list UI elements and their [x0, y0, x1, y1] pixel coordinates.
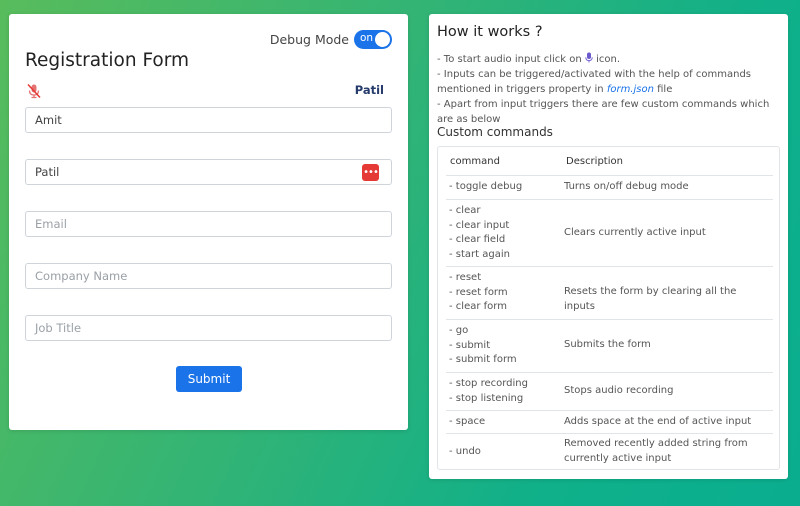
how-it-works-card: How it works ? - To start audio input cl…: [429, 14, 788, 479]
description-cell: Stops audio recording: [564, 385, 674, 396]
table-row: - undo Removed recently added string fro…: [446, 433, 773, 470]
table-row: - go - submit - submit form Submits the …: [446, 319, 773, 372]
description-cell: Resets the form by clearing all the inpu…: [564, 286, 737, 312]
command-cell: - reset - reset form - clear form: [449, 271, 508, 315]
instruction-line-3: - Apart from input triggers there are fe…: [437, 99, 770, 125]
debug-mode-label: Debug Mode: [269, 32, 349, 47]
debug-mode-toggle[interactable]: on: [354, 30, 392, 49]
command-text: - start again: [449, 248, 510, 260]
company-name-input[interactable]: Company Name: [25, 263, 392, 289]
how-it-works-title: How it works ?: [437, 24, 543, 40]
command-text: - stop recording: [449, 378, 528, 389]
email-input[interactable]: Email: [25, 211, 392, 237]
debug-mode-control: Debug Mode on: [270, 30, 392, 49]
company-name-placeholder: Company Name: [35, 269, 128, 283]
command-text: - clear form: [449, 301, 507, 312]
instruction-line-2-suffix: file: [657, 84, 673, 95]
command-cell: - toggle debug: [449, 180, 522, 195]
commands-table: command Description - toggle debug Turns…: [437, 146, 780, 470]
registration-card: Debug Mode on Registration Form Patil Am…: [9, 14, 408, 430]
toggle-state-text: on: [360, 32, 374, 44]
more-dots-icon[interactable]: •••: [362, 164, 379, 181]
microphone-icon: [585, 52, 593, 63]
command-text: - clear input: [449, 219, 510, 231]
description-cell: Submits the form: [564, 339, 651, 350]
instruction-line-1-text: - To start audio input click on: [437, 54, 582, 65]
table-row: - toggle debug Turns on/off debug mode: [446, 175, 773, 199]
command-text: - stop listening: [449, 392, 524, 404]
command-text: - undo: [449, 446, 481, 457]
command-cell: - stop recording - stop listening: [449, 377, 528, 406]
description-cell: Clears currently active input: [564, 227, 706, 238]
command-text: - go: [449, 325, 469, 336]
command-text: - submit form: [449, 354, 517, 365]
last-name-value: Patil: [35, 165, 60, 179]
table-row: - stop recording - stop listening Stops …: [446, 372, 773, 410]
form-json-link[interactable]: form.json: [607, 84, 654, 95]
custom-commands-title: Custom commands: [437, 125, 553, 139]
heard-text: Patil: [354, 83, 384, 97]
description-cell: Adds space at the end of active input: [564, 416, 752, 427]
instruction-line-1: - To start audio input click on icon.: [437, 52, 777, 67]
email-placeholder: Email: [35, 217, 67, 231]
instruction-line-2: - Inputs can be triggered/activated with…: [437, 67, 777, 97]
header-command: command: [450, 156, 500, 167]
command-text: - reset form: [449, 286, 508, 298]
description-cell: Turns on/off debug mode: [564, 181, 689, 192]
instruction-line-2-text: - Inputs can be triggered/activated with…: [437, 69, 751, 95]
instruction-line-1-suffix: icon.: [596, 54, 621, 65]
instructions: - To start audio input click on icon. - …: [437, 52, 777, 127]
table-row: - space Adds space at the end of active …: [446, 410, 773, 433]
command-cell: - go - submit - submit form: [449, 324, 517, 368]
table-row: - clear - clear input - clear field - st…: [446, 199, 773, 266]
header-description: Description: [566, 156, 623, 167]
table-header: command Description: [438, 147, 779, 175]
microphone-off-icon[interactable]: [26, 83, 42, 99]
command-text: - space: [449, 416, 486, 427]
form-title: Registration Form: [25, 50, 190, 71]
job-title-input[interactable]: Job Title: [25, 315, 392, 341]
description-cell: Removed recently added string from curre…: [564, 438, 748, 464]
table-row: - reset - reset form - clear form Resets…: [446, 266, 773, 319]
first-name-input[interactable]: Amit: [25, 107, 392, 133]
command-cell: - clear - clear input - clear field - st…: [449, 204, 510, 262]
toggle-knob: [375, 32, 390, 47]
command-text: - submit: [449, 339, 491, 351]
command-text: - clear field: [449, 234, 506, 245]
command-text: - toggle debug: [449, 181, 523, 192]
job-title-placeholder: Job Title: [35, 321, 82, 335]
command-cell: - undo: [449, 445, 481, 460]
submit-button[interactable]: Submit: [176, 366, 242, 392]
command-cell: - space: [449, 415, 485, 430]
first-name-value: Amit: [35, 113, 62, 127]
last-name-input[interactable]: Patil •••: [25, 159, 392, 185]
command-text: - reset: [449, 272, 482, 283]
command-text: - clear: [449, 205, 481, 216]
